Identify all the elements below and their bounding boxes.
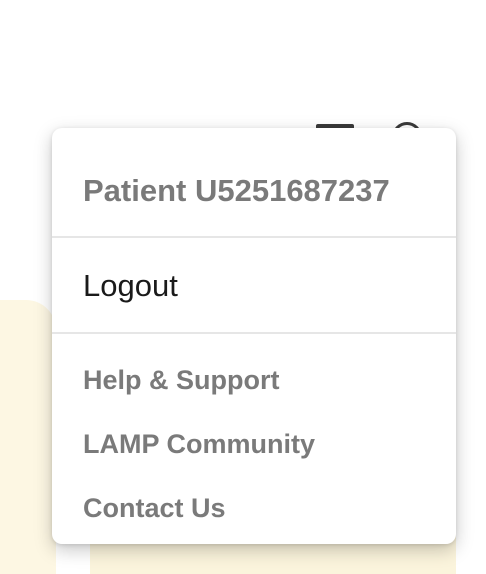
- menu-header: Patient U5251687237: [52, 128, 456, 238]
- logout-menu-item[interactable]: Logout: [52, 238, 456, 334]
- logout-label: Logout: [83, 268, 178, 303]
- help-support-link[interactable]: Help & Support: [52, 348, 456, 412]
- menu-links: Help & Support LAMP Community Contact Us: [52, 334, 456, 540]
- help-support-label: Help & Support: [83, 364, 280, 395]
- lamp-community-link[interactable]: LAMP Community: [52, 412, 456, 476]
- contact-us-link[interactable]: Contact Us: [52, 476, 456, 540]
- patient-name: Patient U5251687237: [83, 173, 390, 208]
- background-card: [0, 300, 56, 574]
- account-menu: Patient U5251687237 Logout Help & Suppor…: [52, 128, 456, 544]
- contact-us-label: Contact Us: [83, 492, 226, 523]
- lamp-community-label: LAMP Community: [83, 428, 316, 459]
